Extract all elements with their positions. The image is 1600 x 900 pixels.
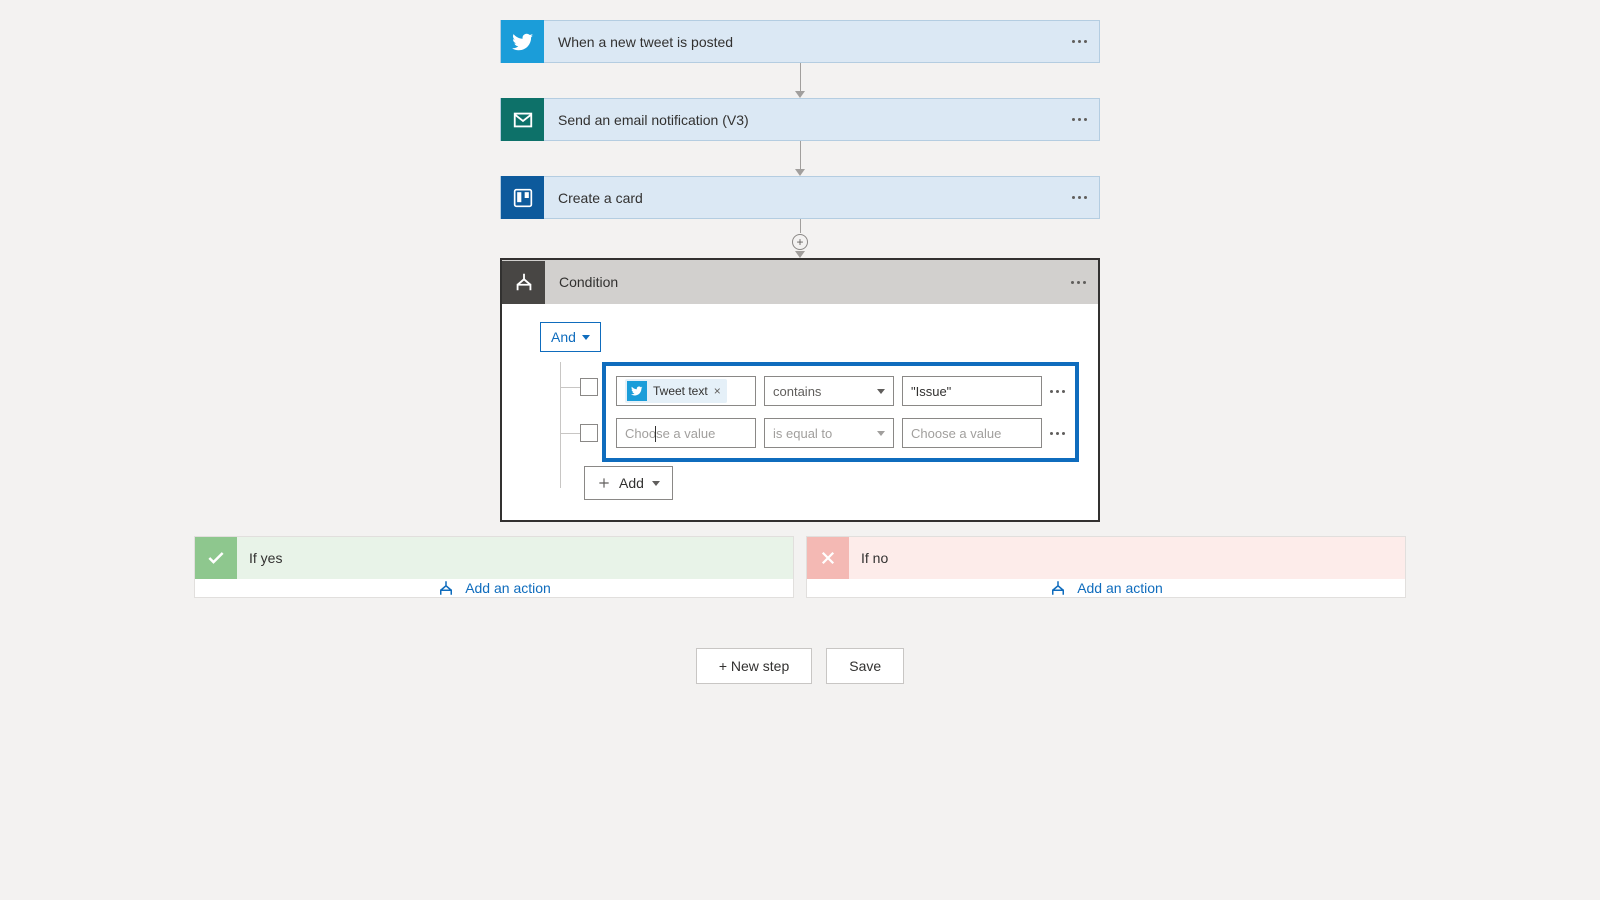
chevron-down-icon <box>582 335 590 340</box>
rule-left-value[interactable]: Tweet text × <box>616 376 756 406</box>
rule-right-text: "Issue" <box>911 384 951 399</box>
close-icon <box>807 537 849 579</box>
step-title: When a new tweet is posted <box>558 34 733 50</box>
if-yes-header[interactable]: If yes <box>195 537 793 579</box>
token-label: Tweet text <box>653 384 708 398</box>
step-title: Create a card <box>558 190 643 206</box>
save-button[interactable]: Save <box>826 648 904 684</box>
step-send-email[interactable]: Send an email notification (V3) <box>500 98 1100 141</box>
new-step-label: + New step <box>719 658 789 674</box>
if-no-title: If no <box>861 550 888 566</box>
trello-icon <box>501 176 544 219</box>
twitter-icon <box>501 20 544 63</box>
add-action-label: Add an action <box>1077 580 1163 596</box>
add-rule-button[interactable]: Add <box>584 466 673 500</box>
more-menu-button[interactable] <box>1071 260 1086 304</box>
connector <box>795 141 805 176</box>
if-yes-branch: If yes Add an action <box>194 536 794 598</box>
more-menu-button[interactable] <box>1072 21 1087 62</box>
twitter-icon <box>627 381 647 401</box>
rule-more-button[interactable] <box>1050 432 1065 435</box>
add-rule-label: Add <box>619 475 644 491</box>
if-no-header[interactable]: If no <box>807 537 1405 579</box>
rule-right-input[interactable] <box>911 426 1033 441</box>
add-action-button[interactable]: Add an action <box>437 579 551 597</box>
rule-checkbox[interactable] <box>580 424 598 442</box>
step-trigger-twitter[interactable]: When a new tweet is posted <box>500 20 1100 63</box>
add-action-button[interactable]: Add an action <box>1049 579 1163 597</box>
condition-rule-row: is equal to <box>616 418 1065 448</box>
chevron-down-icon <box>877 431 885 436</box>
connector <box>795 63 805 98</box>
email-icon <box>501 98 544 141</box>
condition-title: Condition <box>559 274 618 290</box>
rule-operator-dropdown[interactable]: is equal to <box>764 418 894 448</box>
text-cursor <box>655 426 656 442</box>
condition-icon <box>502 261 545 304</box>
rule-right-value[interactable] <box>902 418 1042 448</box>
condition-step: Condition And <box>500 258 1100 522</box>
condition-header[interactable]: Condition <box>502 260 1098 304</box>
condition-rule-row: Tweet text × contains "Issue" <box>616 376 1065 406</box>
logic-operator-label: And <box>551 329 576 345</box>
add-action-label: Add an action <box>465 580 551 596</box>
if-no-branch: If no Add an action <box>806 536 1406 598</box>
save-label: Save <box>849 658 881 674</box>
rule-checkbox[interactable] <box>580 378 598 396</box>
check-icon <box>195 537 237 579</box>
insert-step-button[interactable] <box>792 234 808 250</box>
step-create-card[interactable]: Create a card <box>500 176 1100 219</box>
rule-right-value[interactable]: "Issue" <box>902 376 1042 406</box>
logic-operator-dropdown[interactable]: And <box>540 322 601 352</box>
token-tweet-text: Tweet text × <box>625 379 727 403</box>
rule-more-button[interactable] <box>1050 390 1065 393</box>
condition-rules-highlight: Tweet text × contains "Issue" <box>602 362 1079 462</box>
more-menu-button[interactable] <box>1072 99 1087 140</box>
token-remove-button[interactable]: × <box>714 384 721 398</box>
new-step-button[interactable]: + New step <box>696 648 812 684</box>
chevron-down-icon <box>652 481 660 486</box>
operator-label: contains <box>773 384 821 399</box>
more-menu-button[interactable] <box>1072 177 1087 218</box>
rule-operator-dropdown[interactable]: contains <box>764 376 894 406</box>
if-yes-title: If yes <box>249 550 282 566</box>
rule-left-value[interactable] <box>616 418 756 448</box>
operator-label: is equal to <box>773 426 832 441</box>
rule-left-input[interactable] <box>625 426 747 441</box>
connector-add <box>792 219 808 258</box>
chevron-down-icon <box>877 389 885 394</box>
step-title: Send an email notification (V3) <box>558 112 749 128</box>
